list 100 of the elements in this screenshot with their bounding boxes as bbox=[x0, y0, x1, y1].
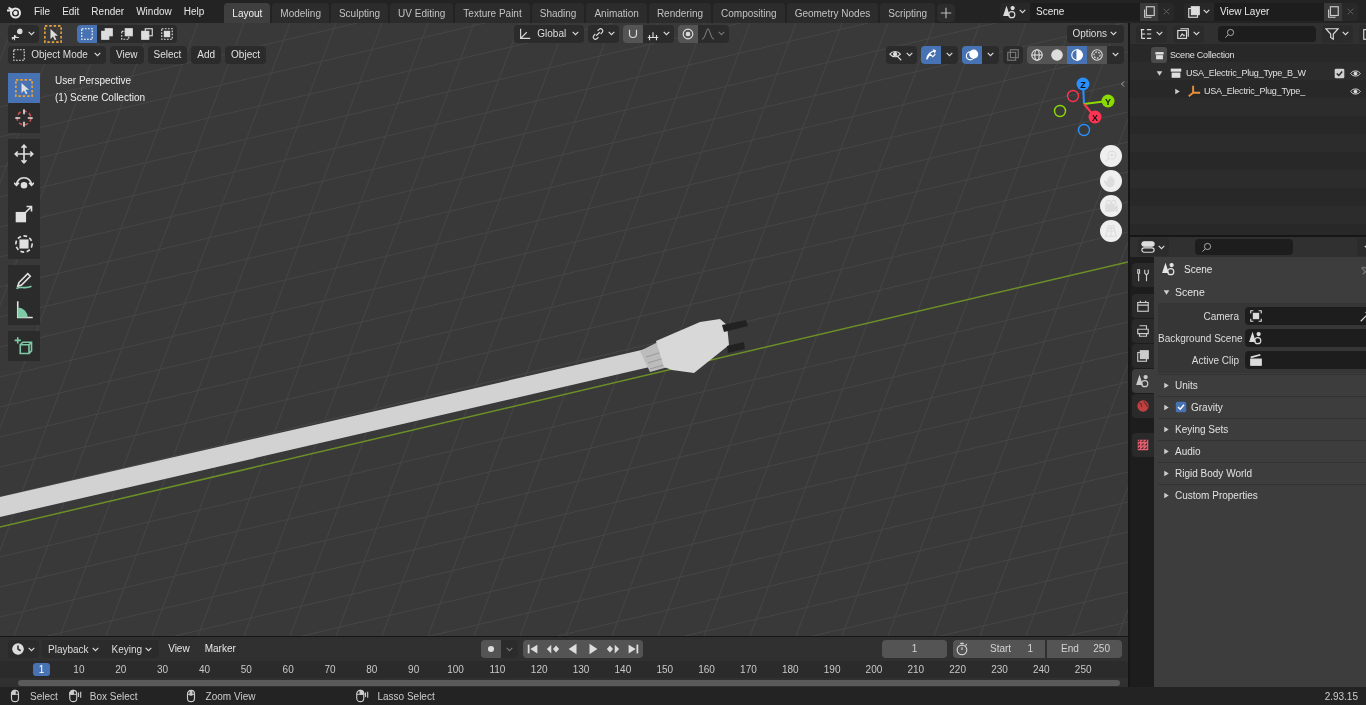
menu-item[interactable]: Object bbox=[225, 45, 266, 64]
properties-tab[interactable] bbox=[1132, 263, 1154, 287]
menu-item[interactable]: View bbox=[110, 45, 144, 64]
scene-name-field[interactable]: Scene bbox=[1030, 2, 1140, 21]
properties-tab[interactable] bbox=[1132, 344, 1154, 368]
outliner-row[interactable]: USA_Electric_Plug_Type_ bbox=[1130, 82, 1366, 100]
negative-axis-handle[interactable] bbox=[1053, 104, 1067, 118]
camera-view-button[interactable] bbox=[1100, 195, 1122, 217]
outliner-row[interactable]: USA_Electric_Plug_Type_B_W bbox=[1130, 64, 1366, 82]
gizmo-toggle[interactable] bbox=[921, 45, 941, 64]
current-frame-field[interactable]: 1 bbox=[882, 640, 947, 658]
overlays-menu-button[interactable] bbox=[982, 45, 999, 64]
menu-item[interactable]: Marker bbox=[198, 640, 242, 658]
navigation-gizmo[interactable]: Z Y X bbox=[1050, 70, 1122, 142]
workspace-tab[interactable]: Modeling bbox=[272, 3, 329, 23]
object-field[interactable] bbox=[1245, 329, 1366, 347]
tool-button[interactable] bbox=[8, 103, 40, 133]
search-field[interactable] bbox=[1195, 239, 1293, 255]
menu-item[interactable]: View bbox=[162, 640, 196, 658]
proportional-edit-toggle[interactable] bbox=[678, 24, 699, 43]
select-mode-button[interactable] bbox=[157, 24, 177, 43]
preview-range-toggle[interactable] bbox=[953, 640, 970, 658]
shading-mode-button[interactable] bbox=[1047, 45, 1067, 64]
new-scene-button[interactable] bbox=[1140, 2, 1158, 21]
menu-dropdown[interactable]: Keying bbox=[105, 640, 160, 658]
perspective-toggle[interactable] bbox=[1100, 220, 1122, 242]
menu-item[interactable]: Render bbox=[85, 2, 131, 21]
menu-item[interactable]: Add bbox=[191, 45, 222, 64]
select-mode-button[interactable] bbox=[97, 24, 117, 43]
workspace-tab[interactable]: Layout bbox=[224, 3, 271, 23]
negative-axis-handle[interactable] bbox=[1066, 89, 1080, 103]
negative-axis-handle[interactable] bbox=[1077, 123, 1091, 137]
shading-menu-button[interactable] bbox=[1107, 45, 1124, 64]
workspace-tab[interactable]: Texture Paint bbox=[455, 3, 530, 23]
object-field[interactable] bbox=[1245, 351, 1366, 369]
workspace-tab[interactable]: Compositing bbox=[713, 3, 785, 23]
end-frame-field[interactable]: End 250 bbox=[1047, 640, 1122, 658]
gizmo-menu-button[interactable] bbox=[941, 45, 958, 64]
menu-item[interactable]: File bbox=[28, 2, 57, 21]
axis-handle[interactable]: Y bbox=[1101, 94, 1115, 108]
workspace-tab[interactable]: Shading bbox=[531, 3, 585, 23]
disclosure-triangle-icon[interactable] bbox=[1154, 68, 1164, 78]
zoom-button[interactable] bbox=[1100, 145, 1122, 167]
workspace-tab[interactable]: Scripting bbox=[880, 3, 936, 23]
pivot-point-button[interactable] bbox=[588, 24, 620, 43]
overlays-toggle[interactable] bbox=[962, 45, 982, 64]
search-field[interactable] bbox=[1218, 25, 1316, 42]
mode-dropdown[interactable]: Object Mode bbox=[8, 45, 106, 64]
record-button[interactable] bbox=[480, 640, 501, 658]
scene-browse-button[interactable] bbox=[1000, 2, 1030, 21]
pan-button[interactable] bbox=[1100, 170, 1122, 192]
shading-mode-button[interactable] bbox=[1027, 45, 1047, 64]
menu-item[interactable]: Help bbox=[177, 2, 211, 21]
workspace-tab[interactable]: Sculpting bbox=[330, 3, 389, 23]
workspace-tab[interactable]: Geometry Nodes bbox=[786, 3, 879, 23]
jump-to-start-button[interactable] bbox=[522, 640, 543, 658]
disclosure-triangle-icon[interactable] bbox=[1172, 86, 1182, 96]
visibility-button[interactable] bbox=[886, 45, 917, 64]
shading-mode-button[interactable] bbox=[1067, 45, 1087, 64]
tool-button[interactable] bbox=[8, 265, 40, 295]
eye-icon[interactable] bbox=[1350, 67, 1361, 79]
snap-toggle[interactable] bbox=[623, 24, 644, 43]
axis-handle[interactable]: Z bbox=[1076, 77, 1090, 91]
workspace-tab[interactable]: Rendering bbox=[648, 3, 712, 23]
workspace-tab[interactable]: Animation bbox=[586, 3, 647, 23]
properties-tab[interactable] bbox=[1132, 294, 1154, 318]
tool-button[interactable] bbox=[8, 295, 40, 325]
editor-type-button[interactable] bbox=[1138, 238, 1169, 256]
add-workspace-button[interactable] bbox=[937, 4, 956, 22]
snap-target-button[interactable] bbox=[643, 24, 675, 43]
editor-type-button[interactable] bbox=[8, 24, 39, 43]
tool-button[interactable] bbox=[8, 229, 40, 259]
filter-button[interactable] bbox=[1322, 24, 1353, 43]
outliner-row[interactable]: Scene Collection bbox=[1130, 46, 1366, 64]
start-frame-field[interactable]: Start 1 bbox=[970, 640, 1045, 658]
shading-mode-button[interactable] bbox=[1087, 45, 1107, 64]
xray-toggle[interactable] bbox=[1003, 45, 1023, 64]
display-mode-button[interactable] bbox=[1173, 24, 1204, 43]
scrollbar[interactable] bbox=[18, 679, 1120, 686]
select-mode-button[interactable] bbox=[77, 24, 97, 43]
editor-type-button[interactable] bbox=[8, 640, 39, 658]
view-layer-browse-button[interactable] bbox=[1184, 2, 1214, 21]
axis-handle[interactable]: X bbox=[1088, 110, 1102, 124]
playhead[interactable]: 1 bbox=[33, 663, 50, 676]
workspace-tab[interactable]: UV Editing bbox=[390, 3, 454, 23]
options-dropdown[interactable]: Options bbox=[1066, 24, 1124, 43]
object-field[interactable] bbox=[1245, 307, 1366, 325]
editor-type-button[interactable] bbox=[1136, 24, 1167, 43]
tool-button[interactable] bbox=[8, 139, 40, 169]
properties-tab[interactable] bbox=[1132, 369, 1154, 393]
orientation-dropdown[interactable]: Global bbox=[514, 24, 585, 43]
menu-item[interactable]: Select bbox=[147, 45, 188, 64]
checkbox[interactable] bbox=[1334, 67, 1345, 79]
tool-button[interactable] bbox=[8, 331, 40, 361]
jump-to-end-button[interactable] bbox=[622, 640, 643, 658]
menu-item[interactable]: Edit bbox=[56, 2, 86, 21]
properties-tab[interactable] bbox=[1132, 433, 1154, 457]
menu-item[interactable]: Window bbox=[130, 2, 178, 21]
checkbox[interactable] bbox=[1175, 401, 1187, 413]
new-view-layer-button[interactable] bbox=[1324, 2, 1342, 21]
